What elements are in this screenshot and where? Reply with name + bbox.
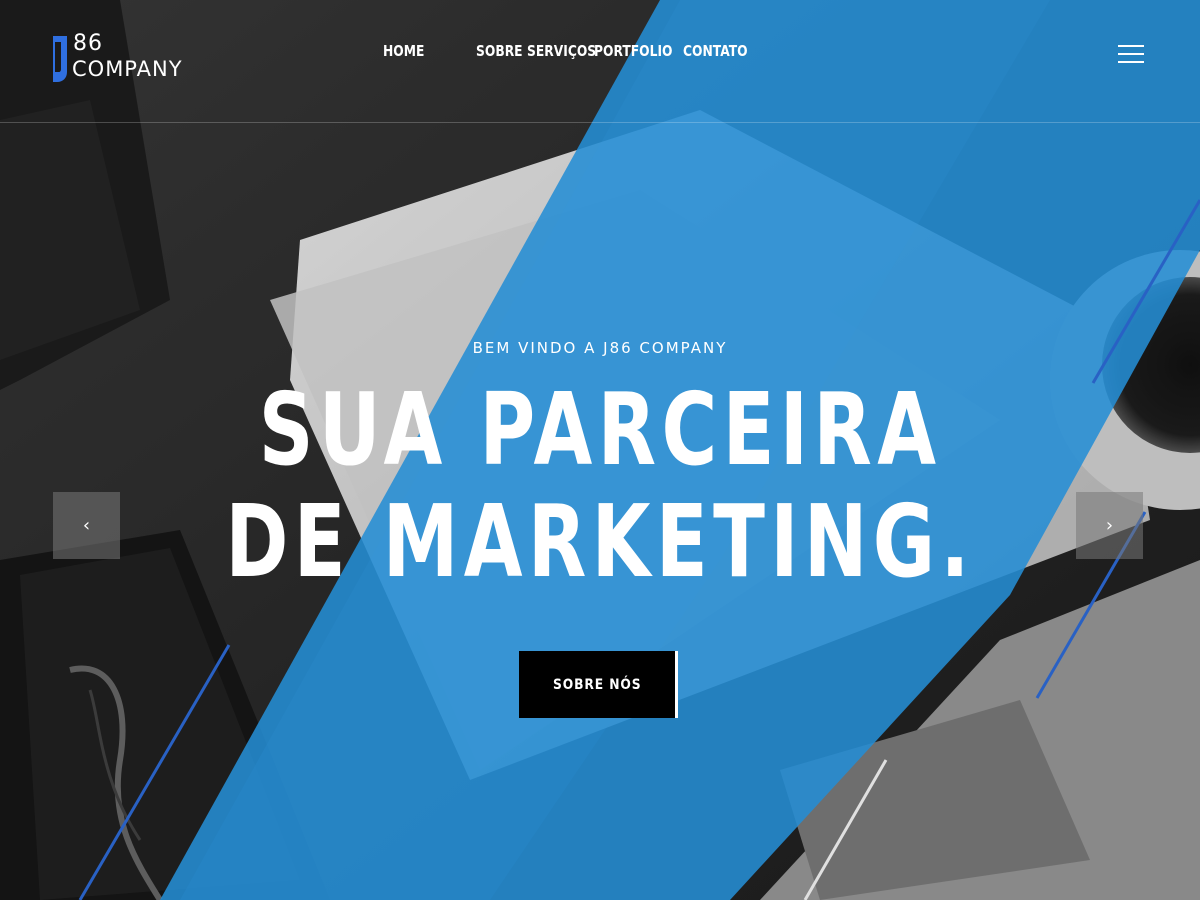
hamburger-icon-bar — [1118, 53, 1144, 55]
hero-headline-line2: DE MARKETING. — [0, 486, 1200, 598]
sobre-nos-button[interactable]: SOBRE NÓS — [519, 651, 678, 718]
main-nav: HOME SOBRE SERVIÇOS PORTFOLIO CONTATO — [383, 40, 762, 62]
slider-prev-button[interactable]: ‹ — [53, 492, 120, 559]
site-header: 86 COMPANY HOME SOBRE SERVIÇOS PORTFOLIO… — [0, 0, 1200, 123]
logo-wordmark: COMPANY — [72, 57, 183, 81]
hamburger-menu-button[interactable] — [1118, 45, 1144, 63]
logo-number: 86 — [73, 31, 103, 56]
hamburger-icon-bar — [1118, 61, 1144, 63]
nav-item-sobre[interactable]: SOBRE — [476, 40, 523, 62]
headline-text-line2: DE MARKETING. — [225, 483, 975, 600]
headline-text-line1: SUA PARCEIRA — [258, 371, 942, 488]
hero-eyebrow: BEM VINDO A J86 COMPANY — [472, 339, 728, 357]
nav-item-contato[interactable]: CONTATO — [683, 40, 748, 62]
nav-item-servicos[interactable]: SERVIÇOS — [527, 40, 596, 62]
logo[interactable]: 86 COMPANY — [53, 31, 223, 86]
nav-item-home[interactable]: HOME — [383, 40, 424, 62]
chevron-left-icon: ‹ — [82, 515, 91, 536]
hamburger-icon — [1118, 45, 1144, 47]
hero-headline-line1: SUA PARCEIRA — [0, 374, 1200, 486]
nav-item-portfolio[interactable]: PORTFOLIO — [594, 40, 673, 62]
hero-slider: 86 COMPANY HOME SOBRE SERVIÇOS PORTFOLIO… — [0, 0, 1200, 900]
chevron-right-icon: › — [1105, 515, 1114, 536]
hero-content: BEM VINDO A J86 COMPANY SUA PARCEIRA DE … — [0, 0, 1200, 900]
slider-next-button[interactable]: › — [1076, 492, 1143, 559]
sobre-nos-label: SOBRE NÓS — [552, 676, 642, 693]
